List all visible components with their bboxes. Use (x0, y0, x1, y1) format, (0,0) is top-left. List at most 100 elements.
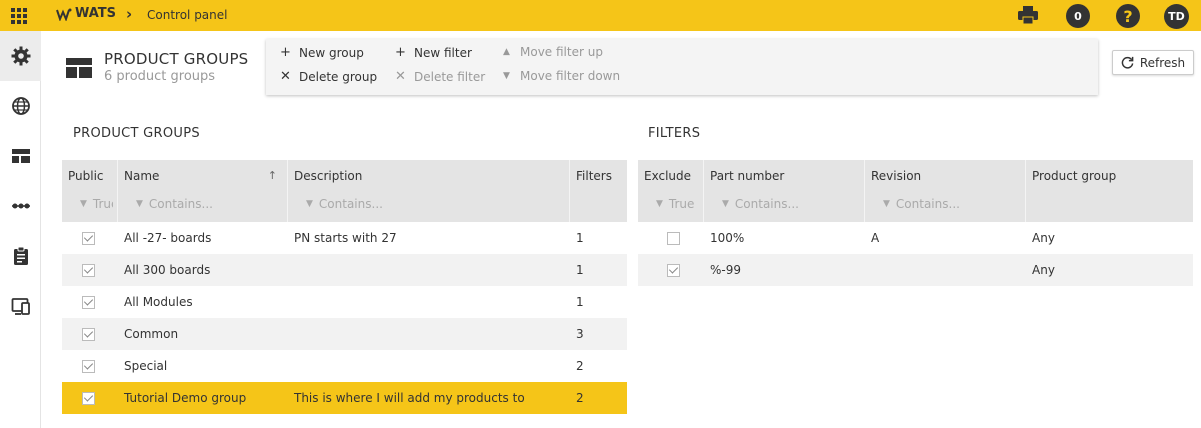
product-groups-table: Public ▼ True Name ↑ ▼ Contains... Descrip… (62, 160, 627, 416)
print-icon[interactable] (1018, 6, 1038, 24)
triangle-down-icon: ▼ (503, 71, 510, 81)
description-filter[interactable]: ▼ Contains... (294, 197, 565, 211)
breadcrumb-chevron-icon: › (126, 5, 133, 23)
plus-icon: + (395, 45, 406, 60)
top-bar: WATS › Control panel 0 ? TD (0, 0, 1201, 31)
sidebar-item-settings[interactable] (0, 31, 41, 81)
public-filter[interactable]: ▼ True (68, 197, 113, 211)
filter-value: Contains... (895, 197, 960, 211)
public-cell (62, 382, 118, 414)
public-cell (62, 350, 118, 382)
column-name[interactable]: Name ↑ ▼ Contains... (118, 160, 288, 222)
table-row[interactable]: Special 2 (62, 350, 627, 382)
sidebar (0, 31, 41, 428)
sidebar-item-process[interactable] (0, 181, 41, 231)
column-product-group[interactable]: Product group (1026, 160, 1193, 222)
page-title: PRODUCT GROUPS (104, 50, 249, 68)
public-cell (62, 286, 118, 318)
revision-filter[interactable]: ▼ Contains... (871, 197, 1021, 211)
column-part-number[interactable]: Part number ▼ Contains... (704, 160, 865, 222)
notification-badge[interactable]: 0 (1066, 4, 1090, 28)
public-cell (62, 318, 118, 350)
new-group-label: New group (299, 45, 364, 60)
filter-value: Contains... (148, 197, 213, 211)
table-row[interactable]: %-99 Any (638, 254, 1193, 286)
column-description[interactable]: Description ▼ Contains... (288, 160, 570, 222)
avatar[interactable]: TD (1164, 4, 1189, 29)
move-filter-down-label: Move filter down (520, 69, 621, 83)
column-label: Exclude (644, 169, 692, 183)
name-cell: Common (124, 327, 179, 341)
sidebar-item-devices[interactable] (0, 281, 41, 331)
sort-ascending-icon[interactable]: ↑ (268, 169, 277, 182)
column-public[interactable]: Public ▼ True (62, 160, 118, 222)
help-icon[interactable]: ? (1116, 4, 1140, 28)
name-cell: All 300 boards (124, 263, 211, 277)
column-exclude[interactable]: Exclude ▼ True (638, 160, 704, 222)
delete-filter-label: Delete filter (414, 69, 486, 84)
delete-group-button[interactable]: ✕ Delete group (280, 69, 377, 84)
name-cell: Special (124, 359, 168, 373)
public-checkbox[interactable] (82, 295, 95, 309)
public-checkbox[interactable] (82, 359, 95, 373)
gear-icon (11, 46, 30, 66)
description-cell: PN starts with 27 (294, 231, 397, 245)
apps-grid-icon[interactable] (11, 8, 27, 24)
clipboard-icon (13, 246, 28, 265)
breadcrumb[interactable]: Control panel (147, 8, 227, 22)
public-checkbox[interactable] (82, 231, 95, 245)
new-filter-label: New filter (414, 45, 472, 60)
public-checkbox[interactable] (82, 327, 95, 341)
refresh-button[interactable]: Refresh (1112, 50, 1194, 75)
filter-value: Contains... (734, 197, 799, 211)
name-cell: All -27- boards (124, 231, 212, 245)
filter-caret-icon: ▼ (306, 199, 313, 209)
description-cell (288, 350, 570, 382)
table-row[interactable]: All -27- boards PN starts with 27 1 (62, 222, 627, 254)
table-row[interactable]: Common 3 (62, 318, 627, 350)
page-subtitle: 6 product groups (104, 69, 216, 84)
public-checkbox[interactable] (82, 391, 95, 405)
table-row[interactable]: All 300 boards 1 (62, 254, 627, 286)
column-revision[interactable]: Revision ▼ Contains... (865, 160, 1026, 222)
move-filter-up-button[interactable]: ▲ Move filter up (501, 45, 603, 59)
name-filter[interactable]: ▼ Contains... (124, 197, 283, 211)
move-filter-up-label: Move filter up (520, 45, 603, 59)
table-layout-icon (11, 149, 30, 163)
triangle-up-icon: ▲ (503, 47, 510, 57)
devices-icon (11, 298, 30, 315)
name-cell: Tutorial Demo group (124, 391, 247, 405)
close-icon: ✕ (395, 69, 406, 84)
new-filter-button[interactable]: + New filter (395, 45, 472, 60)
part-number-cell: %-99 (710, 263, 742, 277)
table-row[interactable]: 100% A Any (638, 222, 1193, 254)
exclude-cell (638, 254, 704, 286)
product-groups-icon (66, 58, 92, 78)
move-filter-down-button[interactable]: ▼ Move filter down (501, 69, 620, 83)
column-label: Revision (871, 169, 922, 183)
table-row[interactable]: Tutorial Demo group This is where I will … (62, 382, 627, 414)
filters-section-title: FILTERS (648, 126, 701, 141)
product-groups-section-title: PRODUCT GROUPS (73, 126, 200, 141)
exclude-checkbox[interactable] (667, 263, 680, 277)
exclude-filter[interactable]: ▼ True (644, 197, 699, 211)
filter-value: Contains... (318, 197, 383, 211)
new-group-button[interactable]: + New group (280, 45, 364, 60)
sidebar-item-product-groups[interactable] (0, 131, 41, 181)
table-row[interactable]: All Modules 1 (62, 286, 627, 318)
exclude-checkbox[interactable] (667, 231, 680, 245)
public-cell (62, 254, 118, 286)
sidebar-item-globe[interactable] (0, 81, 41, 131)
app-logo[interactable]: WATS (56, 6, 116, 21)
column-filters[interactable]: Filters (570, 160, 627, 222)
column-label: Description (294, 169, 363, 183)
description-cell (288, 286, 570, 318)
filters-table: Exclude ▼ True Part number ▼ Contains... R… (638, 160, 1193, 288)
sidebar-item-clipboard[interactable] (0, 231, 41, 281)
public-checkbox[interactable] (82, 263, 95, 277)
filters-cell: 3 (576, 327, 584, 341)
delete-filter-button[interactable]: ✕ Delete filter (395, 69, 485, 84)
part-number-filter[interactable]: ▼ Contains... (710, 197, 860, 211)
filters-cell: 1 (576, 295, 584, 309)
product-group-cell: Any (1032, 231, 1055, 245)
